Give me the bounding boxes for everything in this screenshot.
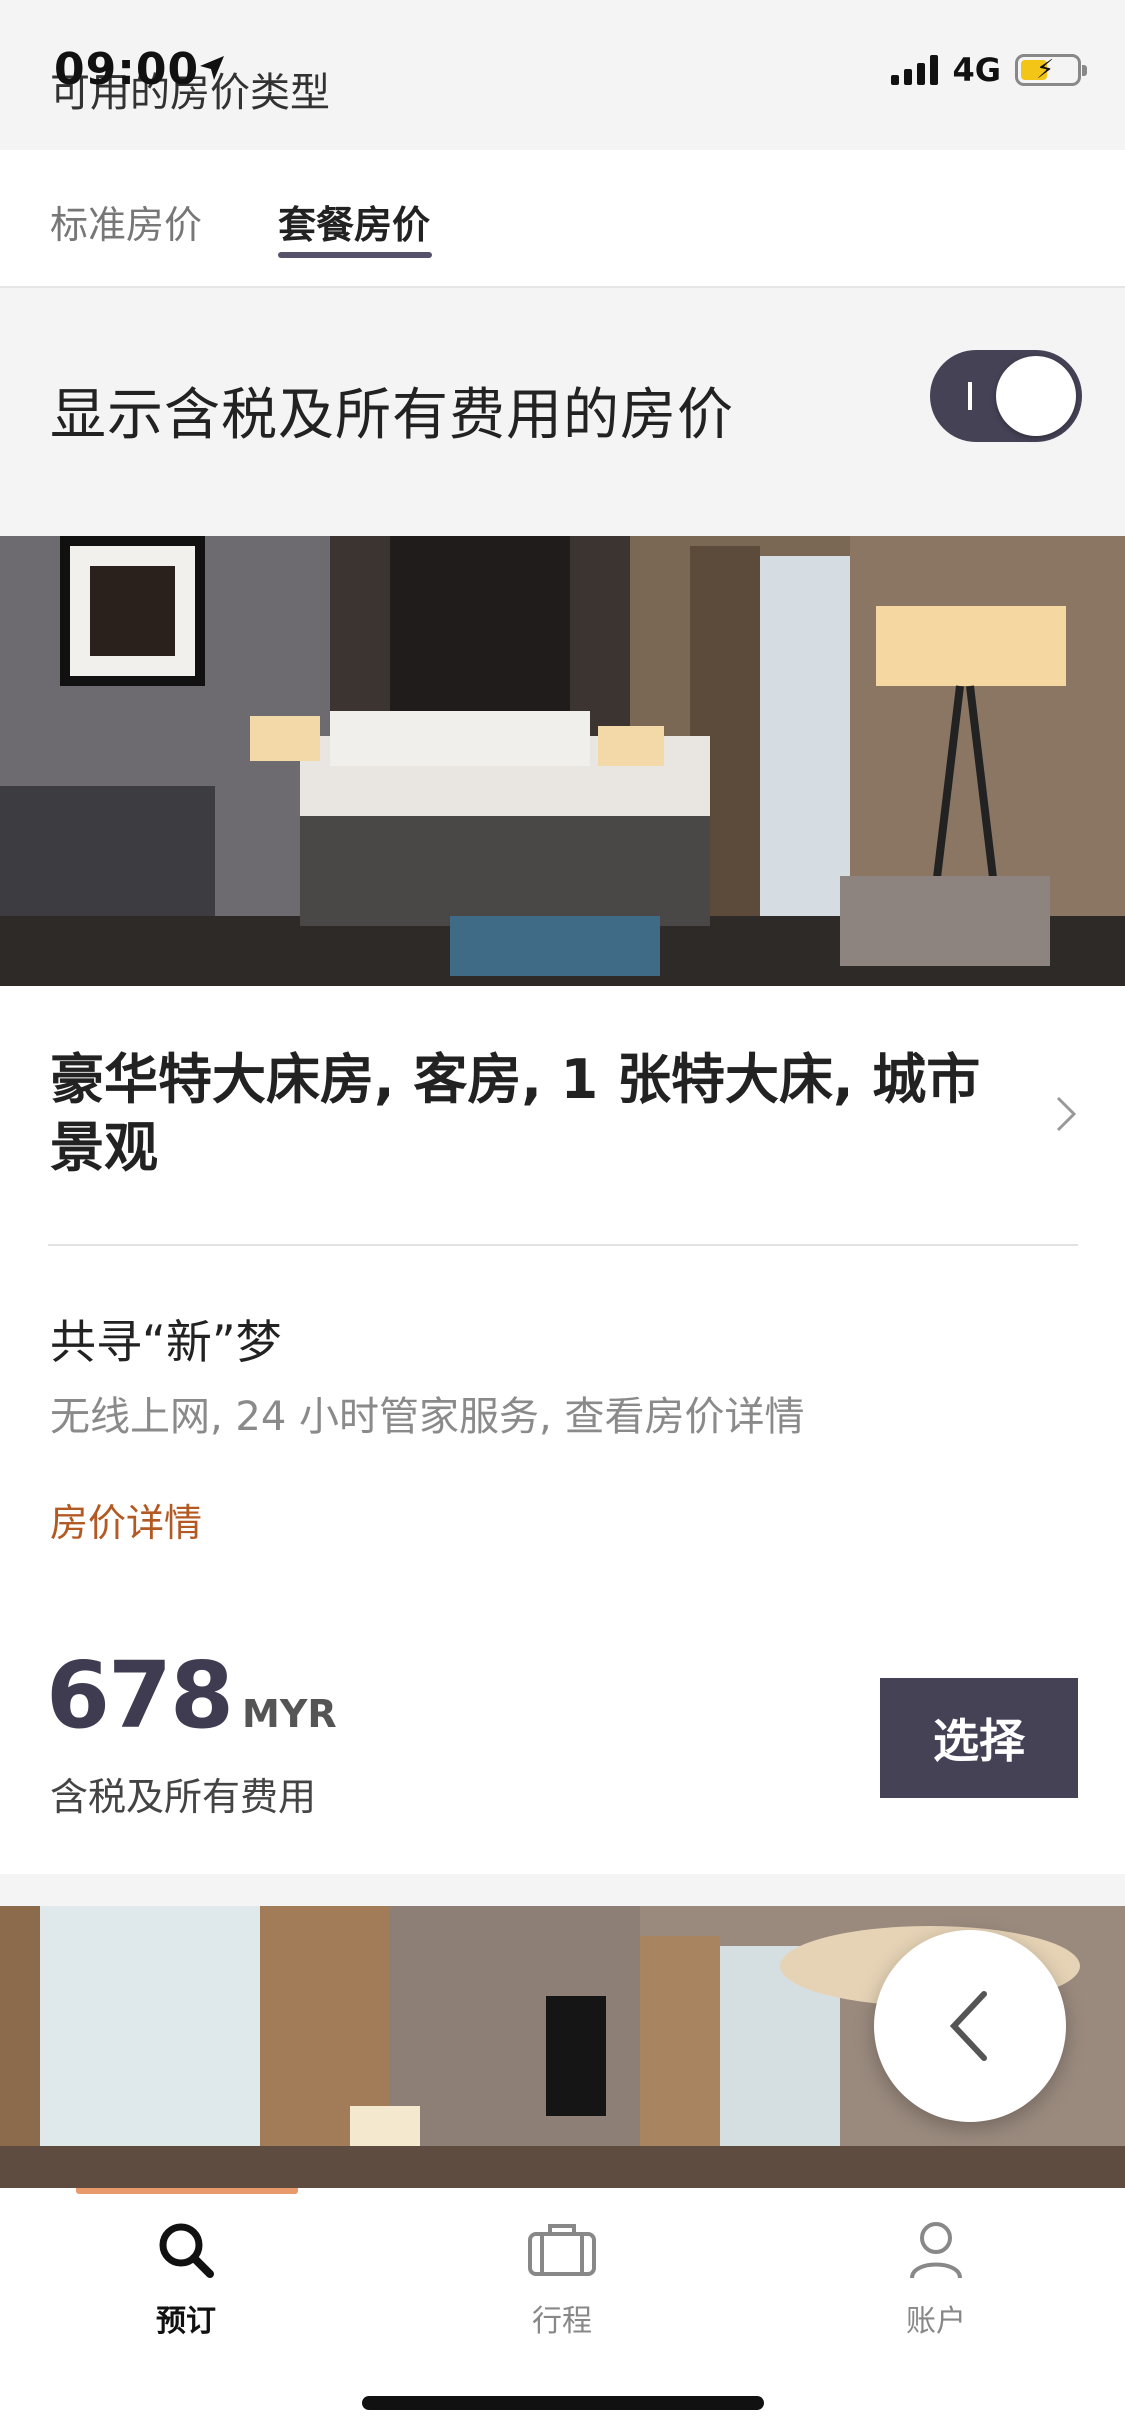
- divider: [48, 1244, 1078, 1246]
- price-amount: 678: [46, 1642, 234, 1749]
- home-indicator: [362, 2396, 764, 2410]
- room-rate-card: 豪华特大床房, 客房, 1 张特大床, 城市景观 共寻“新”梦 无线上网, 24…: [0, 986, 1125, 1874]
- back-button[interactable]: [874, 1930, 1066, 2122]
- briefcase-icon: [528, 2224, 596, 2276]
- tax-toggle-row: 显示含税及所有费用的房价: [0, 288, 1125, 536]
- tab-standard-rate[interactable]: 标准房价: [50, 194, 202, 249]
- rate-type-tabs: 标准房价 套餐房价: [0, 150, 1125, 288]
- select-button[interactable]: 选择: [880, 1678, 1078, 1798]
- active-tab-indicator: [278, 252, 432, 258]
- chevron-left-icon: [949, 1991, 987, 2061]
- chevron-right-icon[interactable]: [1054, 1094, 1080, 1134]
- price-note: 含税及所有费用: [50, 1775, 317, 1819]
- top-header: 可用的房价类型 09:00 4G ⚡: [0, 0, 1125, 150]
- nav-accent-bar: [76, 2188, 298, 2194]
- amenities-text: 无线上网, 24 小时管家服务, 查看房价详情: [50, 1394, 805, 1440]
- nav-item-book[interactable]: 预订: [76, 2218, 296, 2340]
- tax-toggle-switch[interactable]: [930, 350, 1082, 442]
- search-icon: [159, 2223, 214, 2278]
- tax-toggle-label: 显示含税及所有费用的房价: [50, 383, 734, 448]
- room-title[interactable]: 豪华特大床房, 客房, 1 张特大床, 城市景观: [50, 1046, 1030, 1182]
- status-time: 09:00: [54, 44, 200, 95]
- network-type: 4G: [952, 51, 1001, 89]
- nav-label-trips: 行程: [532, 2304, 592, 2339]
- room-photo[interactable]: [0, 536, 1125, 986]
- package-name: 共寻“新”梦: [50, 1315, 282, 1369]
- battery-icon: ⚡: [1015, 54, 1087, 86]
- nav-label-account: 账户: [906, 2304, 966, 2339]
- status-indicators: 4G ⚡: [891, 50, 1087, 90]
- price-block: 678 MYR: [46, 1642, 337, 1749]
- person-icon: [910, 2222, 962, 2279]
- price-currency: MYR: [242, 1692, 337, 1736]
- signal-icon: [891, 55, 939, 85]
- nav-item-trips[interactable]: 行程: [452, 2218, 672, 2340]
- nav-label-book: 预订: [156, 2304, 216, 2339]
- rate-details-link[interactable]: 房价详情: [50, 1492, 202, 1547]
- nav-item-account[interactable]: 账户: [826, 2218, 1046, 2340]
- tab-package-rate[interactable]: 套餐房价: [278, 194, 430, 249]
- location-arrow-icon: [200, 56, 224, 80]
